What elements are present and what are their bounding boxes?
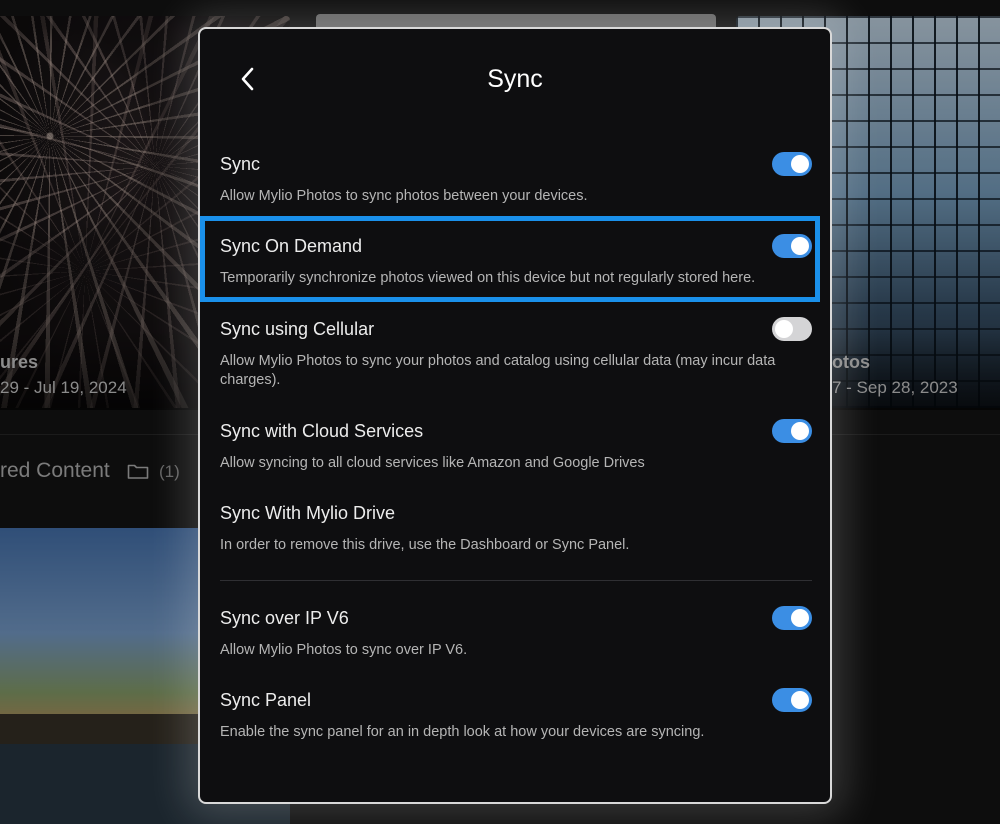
setting-description: In order to remove this drive, use the D… — [220, 537, 630, 553]
setting-sync-over-ip-v6: Sync over IP V6 Allow Mylio Photos to sy… — [220, 606, 812, 660]
setting-label: Sync Panel — [220, 690, 312, 710]
setting-label: Sync With Mylio Drive — [220, 503, 396, 523]
setting-description: Allow syncing to all cloud services like… — [220, 455, 645, 471]
sync-using-cellular-toggle[interactable] — [772, 317, 812, 341]
setting-sync-with-mylio-drive[interactable]: Sync With Mylio Drive In order to remove… — [220, 501, 812, 555]
setting-label: Sync On Demand — [220, 236, 363, 256]
setting-sync-with-cloud-services: Sync with Cloud Services Allow syncing t… — [220, 419, 812, 473]
setting-description: Enable the sync panel for an in depth lo… — [220, 724, 705, 740]
setting-description: Temporarily synchronize photos viewed on… — [220, 270, 756, 286]
setting-label: Sync with Cloud Services — [220, 421, 424, 441]
sync-with-cloud-services-toggle[interactable] — [772, 419, 812, 443]
toggle-knob — [775, 320, 793, 338]
setting-sync-panel: Sync Panel Enable the sync panel for an … — [220, 688, 812, 742]
sync-settings-dialog: Sync Sync Allow Mylio Photos to sync pho… — [198, 27, 832, 804]
sync-toggle[interactable] — [772, 152, 812, 176]
setting-description: Allow Mylio Photos to sync your photos a… — [220, 353, 776, 388]
sync-over-ip-v6-toggle[interactable] — [772, 606, 812, 630]
toggle-knob — [791, 609, 809, 627]
sync-on-demand-toggle[interactable] — [772, 234, 812, 258]
toggle-knob — [791, 691, 809, 709]
setting-sync: Sync Allow Mylio Photos to sync photos b… — [220, 152, 812, 206]
setting-description: Allow Mylio Photos to sync photos betwee… — [220, 188, 588, 204]
dialog-title: Sync — [487, 65, 543, 93]
setting-label: Sync over IP V6 — [220, 608, 349, 628]
setting-label: Sync using Cellular — [220, 319, 375, 339]
settings-divider — [220, 580, 812, 581]
setting-description: Allow Mylio Photos to sync over IP V6. — [220, 642, 468, 658]
toggle-knob — [791, 422, 809, 440]
sync-panel-toggle[interactable] — [772, 688, 812, 712]
setting-sync-on-demand: Sync On Demand Temporarily synchronize p… — [220, 234, 812, 288]
toggle-knob — [791, 237, 809, 255]
setting-label: Sync — [220, 154, 261, 174]
toggle-knob — [791, 155, 809, 173]
setting-sync-using-cellular: Sync using Cellular Allow Mylio Photos t… — [220, 317, 812, 390]
